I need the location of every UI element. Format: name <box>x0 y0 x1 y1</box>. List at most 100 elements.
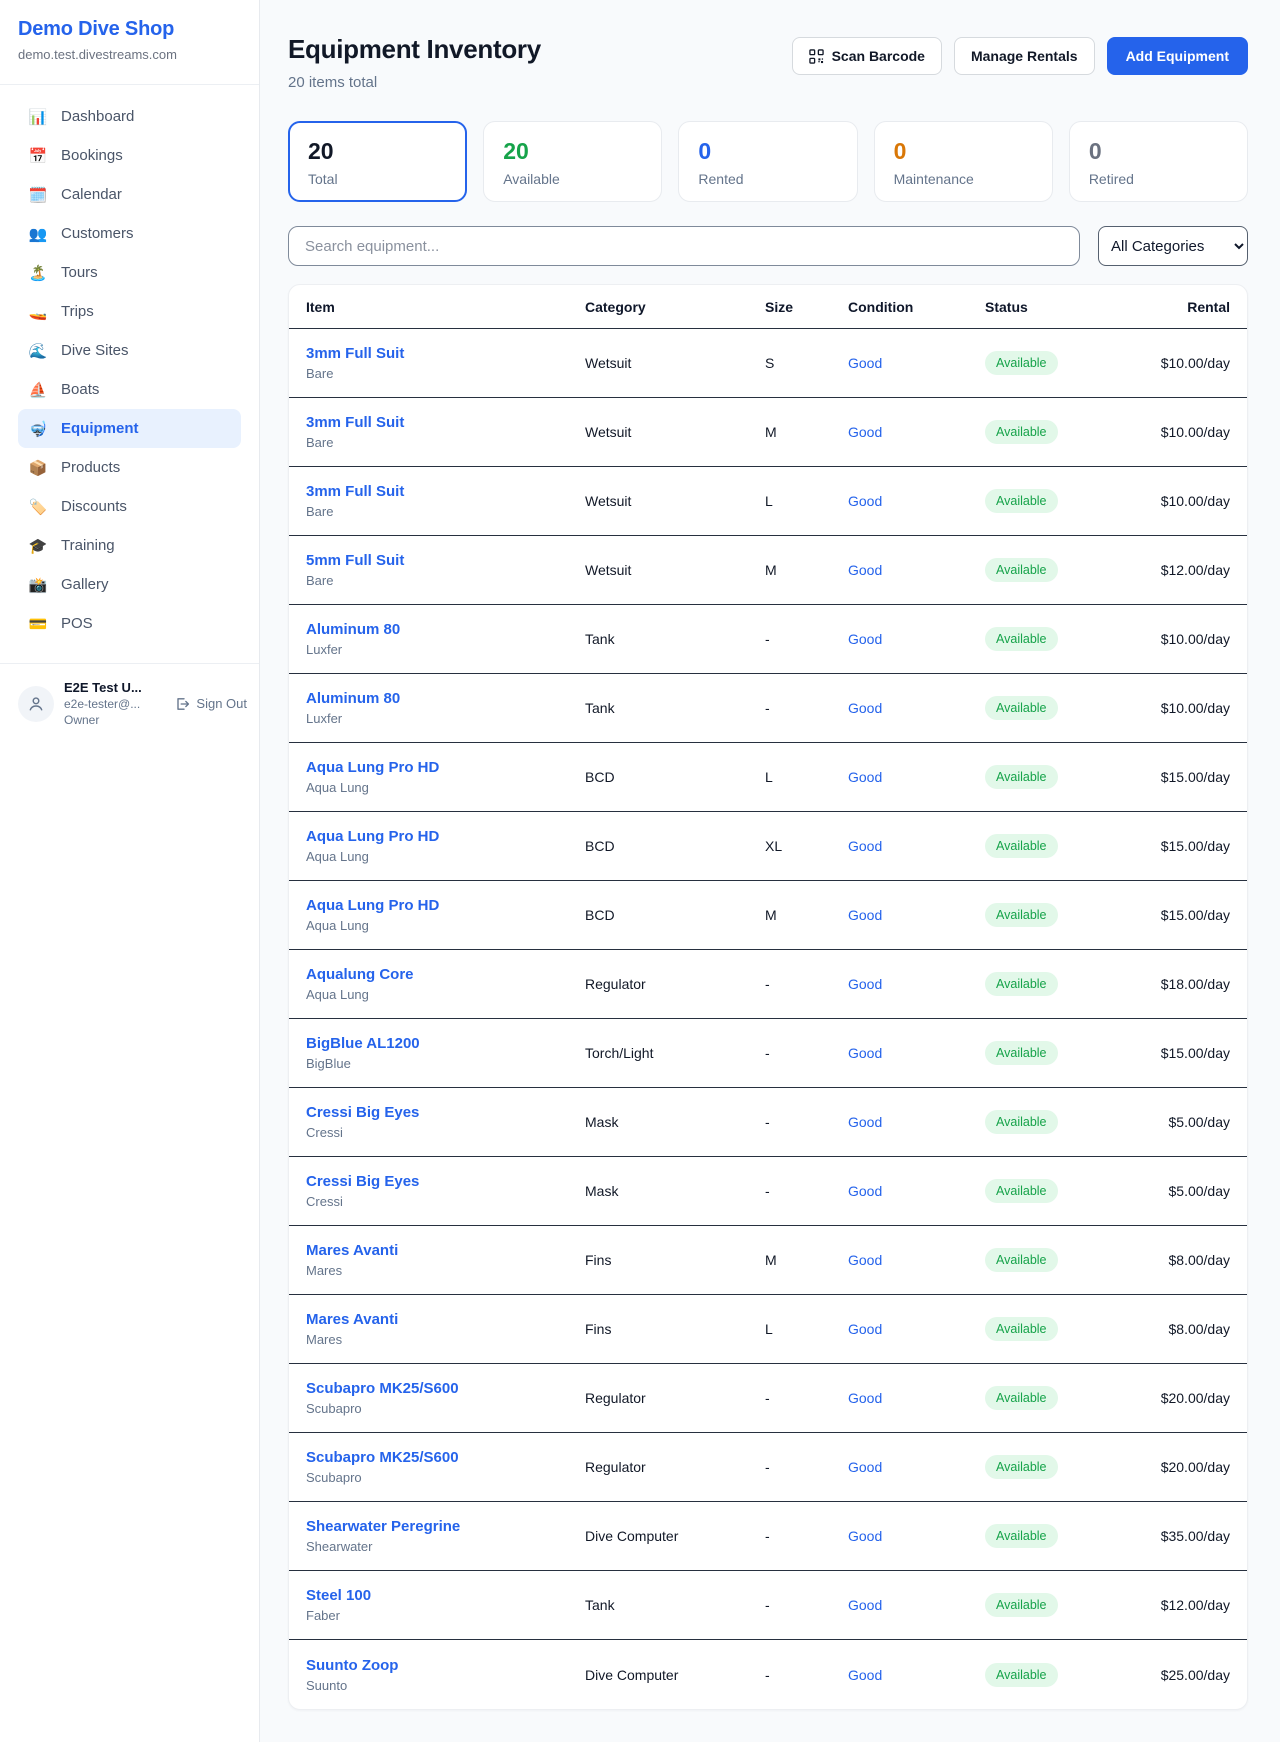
sidebar-item-equipment[interactable]: 🤿 Equipment <box>18 409 241 448</box>
status-badge: Available <box>985 1455 1058 1479</box>
item-link[interactable]: 3mm Full Suit <box>306 483 585 500</box>
item-link[interactable]: 3mm Full Suit <box>306 345 585 362</box>
table-body: 3mm Full Suit Bare Wetsuit S Good Availa… <box>289 329 1247 1709</box>
condition-link[interactable]: Good <box>848 493 882 509</box>
cell-size: - <box>765 976 848 992</box>
sidebar-item-discounts[interactable]: 🏷️ Discounts <box>18 487 241 526</box>
condition-link[interactable]: Good <box>848 424 882 440</box>
condition-link[interactable]: Good <box>848 1528 882 1544</box>
avatar <box>18 686 54 722</box>
scan-barcode-button[interactable]: Scan Barcode <box>792 37 942 75</box>
boats-icon: ⛵ <box>28 381 48 399</box>
stat-label: Retired <box>1089 171 1228 187</box>
sidebar-item-dive-sites[interactable]: 🌊 Dive Sites <box>18 331 241 370</box>
status-badge: Available <box>985 420 1058 444</box>
stat-label: Available <box>503 171 642 187</box>
table-row: Aqua Lung Pro HD Aqua Lung BCD L Good Av… <box>289 743 1247 812</box>
cell-size: - <box>765 1045 848 1061</box>
cell-size: - <box>765 1183 848 1199</box>
table-row: Scubapro MK25/S600 Scubapro Regulator - … <box>289 1433 1247 1502</box>
sidebar-item-calendar[interactable]: 🗓️ Calendar <box>18 175 241 214</box>
item-link[interactable]: Cressi Big Eyes <box>306 1173 585 1190</box>
sidebar-item-customers[interactable]: 👥 Customers <box>18 214 241 253</box>
item-link[interactable]: Steel 100 <box>306 1587 585 1604</box>
item-link[interactable]: Aqua Lung Pro HD <box>306 759 585 776</box>
stat-card-maintenance[interactable]: 0 Maintenance <box>874 121 1053 202</box>
sidebar-item-gallery[interactable]: 📸 Gallery <box>18 565 241 604</box>
item-link[interactable]: Scubapro MK25/S600 <box>306 1380 585 1397</box>
sign-out-button[interactable]: Sign Out <box>174 696 247 712</box>
item-link[interactable]: Suunto Zoop <box>306 1657 585 1674</box>
category-filter[interactable]: All Categories <box>1098 226 1248 266</box>
item-link[interactable]: 5mm Full Suit <box>306 552 585 569</box>
item-link[interactable]: Aqualung Core <box>306 966 585 983</box>
condition-link[interactable]: Good <box>848 907 882 923</box>
condition-link[interactable]: Good <box>848 1597 882 1613</box>
condition-link[interactable]: Good <box>848 1183 882 1199</box>
condition-link[interactable]: Good <box>848 1321 882 1337</box>
item-link[interactable]: Aqua Lung Pro HD <box>306 897 585 914</box>
condition-link[interactable]: Good <box>848 1114 882 1130</box>
sidebar-item-pos[interactable]: 💳 POS <box>18 604 241 643</box>
cell-size: - <box>765 1667 848 1683</box>
search-input[interactable] <box>288 226 1080 266</box>
shop-name: Demo Dive Shop <box>18 18 241 41</box>
manage-rentals-label: Manage Rentals <box>971 48 1078 64</box>
condition-link[interactable]: Good <box>848 700 882 716</box>
condition-link[interactable]: Good <box>848 355 882 371</box>
status-badge: Available <box>985 765 1058 789</box>
condition-link[interactable]: Good <box>848 1459 882 1475</box>
table-row: Cressi Big Eyes Cressi Mask - Good Avail… <box>289 1088 1247 1157</box>
cell-rental: $15.00/day <box>1135 1045 1230 1061</box>
col-size: Size <box>765 299 848 315</box>
item-brand: Aqua Lung <box>306 918 585 933</box>
manage-rentals-button[interactable]: Manage Rentals <box>954 37 1095 75</box>
condition-link[interactable]: Good <box>848 976 882 992</box>
item-link[interactable]: Aqua Lung Pro HD <box>306 828 585 845</box>
item-link[interactable]: 3mm Full Suit <box>306 414 585 431</box>
item-brand: Mares <box>306 1332 585 1347</box>
item-brand: Scubapro <box>306 1401 585 1416</box>
item-link[interactable]: Aluminum 80 <box>306 621 585 638</box>
table-row: Aqua Lung Pro HD Aqua Lung BCD XL Good A… <box>289 812 1247 881</box>
condition-link[interactable]: Good <box>848 562 882 578</box>
sidebar-item-dashboard[interactable]: 📊 Dashboard <box>18 97 241 136</box>
cell-category: Mask <box>585 1183 765 1199</box>
item-link[interactable]: Cressi Big Eyes <box>306 1104 585 1121</box>
cell-size: M <box>765 907 848 923</box>
cell-rental: $10.00/day <box>1135 700 1230 716</box>
stat-card-rented[interactable]: 0 Rented <box>678 121 857 202</box>
condition-link[interactable]: Good <box>848 838 882 854</box>
condition-link[interactable]: Good <box>848 1390 882 1406</box>
sidebar-item-boats[interactable]: ⛵ Boats <box>18 370 241 409</box>
item-link[interactable]: Mares Avanti <box>306 1242 585 1259</box>
cell-category: Regulator <box>585 1459 765 1475</box>
cell-category: Dive Computer <box>585 1528 765 1544</box>
cell-size: - <box>765 1459 848 1475</box>
stat-card-available[interactable]: 20 Available <box>483 121 662 202</box>
sidebar-item-tours[interactable]: 🏝️ Tours <box>18 253 241 292</box>
sidebar-item-training[interactable]: 🎓 Training <box>18 526 241 565</box>
item-link[interactable]: Aluminum 80 <box>306 690 585 707</box>
condition-link[interactable]: Good <box>848 1667 882 1683</box>
sidebar-item-bookings[interactable]: 📅 Bookings <box>18 136 241 175</box>
stat-card-total[interactable]: 20 Total <box>288 121 467 202</box>
status-badge: Available <box>985 1663 1058 1687</box>
item-link[interactable]: Scubapro MK25/S600 <box>306 1449 585 1466</box>
stat-card-retired[interactable]: 0 Retired <box>1069 121 1248 202</box>
add-equipment-button[interactable]: Add Equipment <box>1107 37 1248 75</box>
condition-link[interactable]: Good <box>848 1045 882 1061</box>
item-link[interactable]: Mares Avanti <box>306 1311 585 1328</box>
table-row: Scubapro MK25/S600 Scubapro Regulator - … <box>289 1364 1247 1433</box>
condition-link[interactable]: Good <box>848 631 882 647</box>
sidebar-item-trips[interactable]: 🚤 Trips <box>18 292 241 331</box>
item-link[interactable]: BigBlue AL1200 <box>306 1035 585 1052</box>
item-link[interactable]: Shearwater Peregrine <box>306 1518 585 1535</box>
stat-label: Total <box>308 171 447 187</box>
cell-rental: $10.00/day <box>1135 355 1230 371</box>
user-email: e2e-tester@... <box>64 697 164 711</box>
cell-category: BCD <box>585 907 765 923</box>
condition-link[interactable]: Good <box>848 1252 882 1268</box>
sidebar-item-products[interactable]: 📦 Products <box>18 448 241 487</box>
condition-link[interactable]: Good <box>848 769 882 785</box>
